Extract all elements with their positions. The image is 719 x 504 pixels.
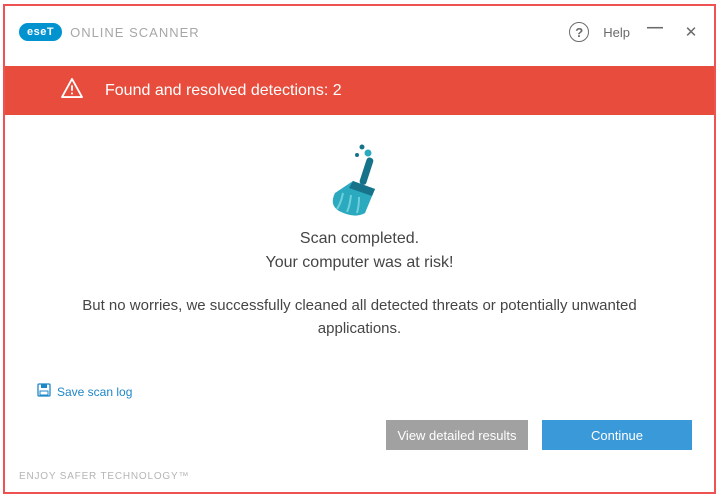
warning-icon bbox=[61, 78, 83, 103]
brand-text: ONLINE SCANNER bbox=[70, 25, 200, 40]
continue-button[interactable]: Continue bbox=[542, 420, 692, 450]
view-detailed-results-button[interactable]: View detailed results bbox=[386, 420, 528, 450]
save-scan-log-link[interactable]: Save scan log bbox=[37, 383, 132, 400]
close-button[interactable]: ✕ bbox=[680, 23, 702, 41]
alert-message: Found and resolved detections: 2 bbox=[105, 82, 342, 100]
result-title: Scan completed. Your computer was at ris… bbox=[266, 227, 454, 275]
minimize-button[interactable]: — bbox=[644, 19, 666, 37]
alert-banner: Found and resolved detections: 2 bbox=[5, 66, 714, 115]
help-icon[interactable]: ? bbox=[569, 22, 589, 42]
footer-tagline: ENJOY SAFER TECHNOLOGY™ bbox=[19, 471, 189, 482]
button-row: View detailed results Continue bbox=[386, 420, 692, 450]
result-body: But no worries, we successfully cleaned … bbox=[5, 295, 714, 340]
app-window: eseT ONLINE SCANNER ? Help — ✕ Found and… bbox=[3, 4, 716, 494]
result-title-line1: Scan completed. bbox=[266, 227, 454, 251]
result-title-line2: Your computer was at risk! bbox=[266, 251, 454, 275]
help-link[interactable]: Help bbox=[603, 25, 630, 40]
titlebar-right: ? Help — ✕ bbox=[569, 22, 702, 42]
save-scan-log-label: Save scan log bbox=[57, 385, 132, 399]
brand-logo: eseT bbox=[19, 23, 62, 41]
broom-icon bbox=[317, 141, 402, 221]
titlebar: eseT ONLINE SCANNER ? Help — ✕ bbox=[5, 6, 714, 58]
save-icon bbox=[37, 383, 51, 400]
